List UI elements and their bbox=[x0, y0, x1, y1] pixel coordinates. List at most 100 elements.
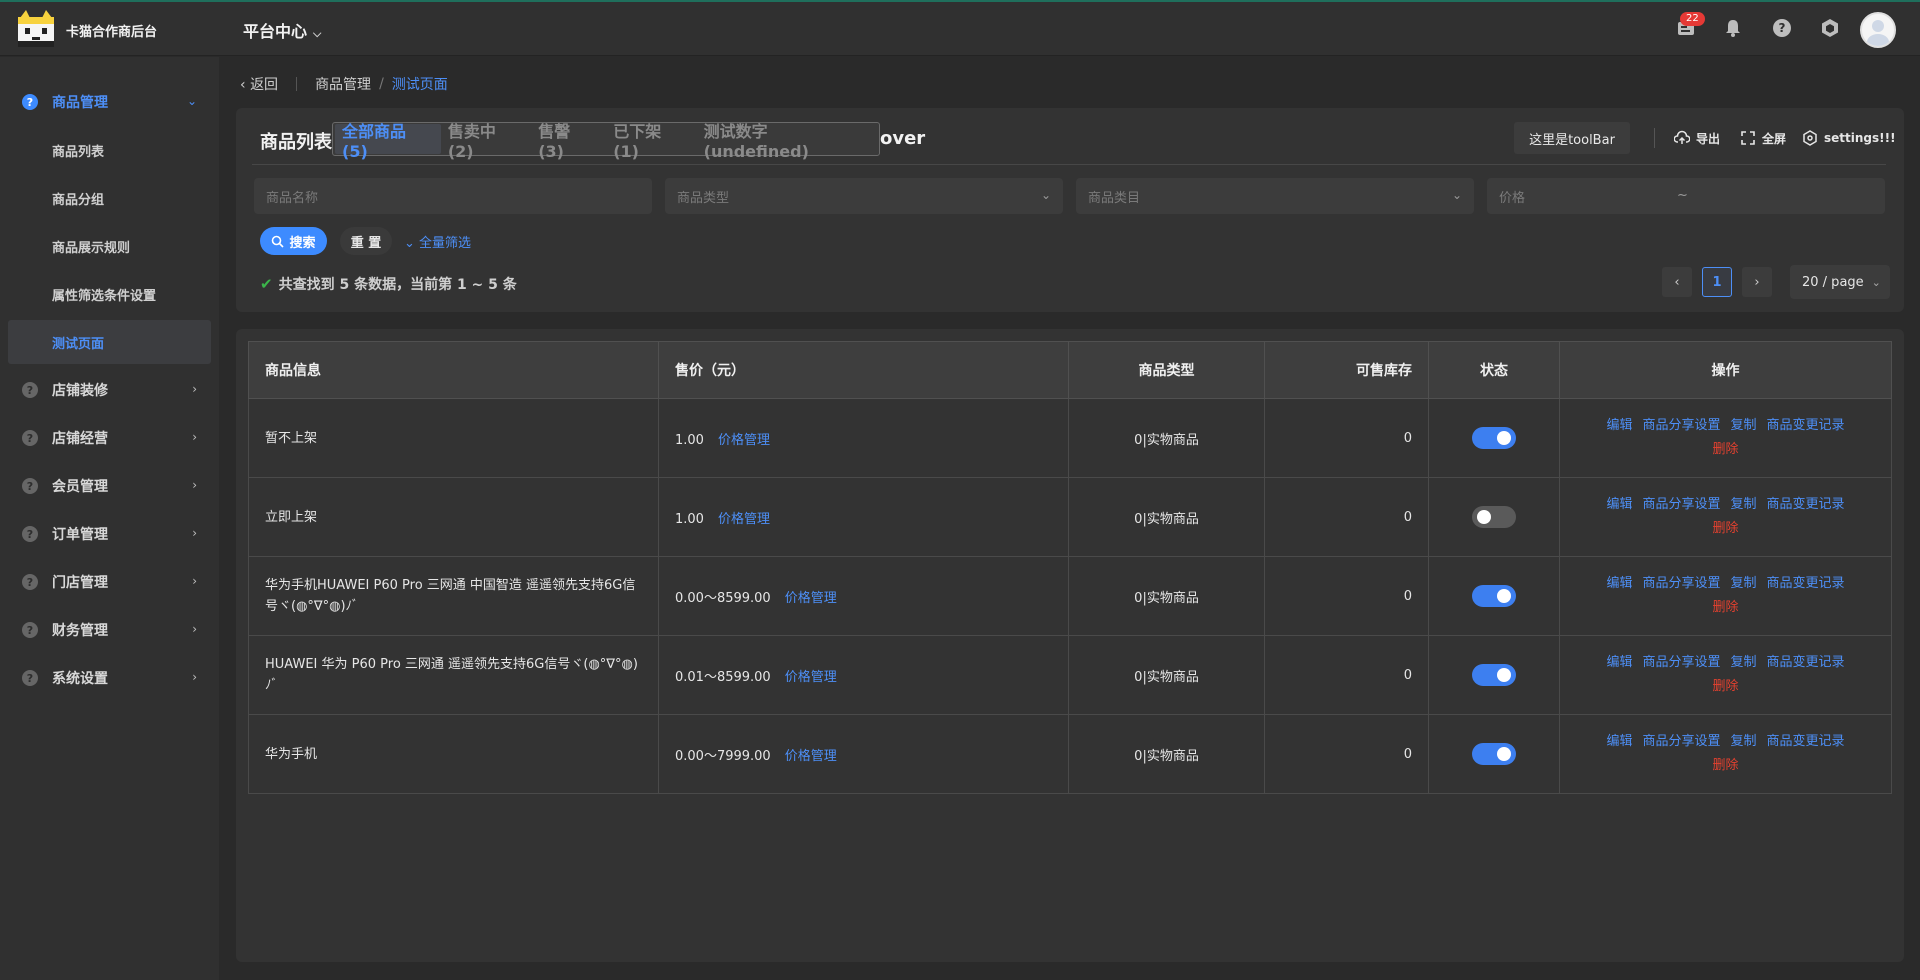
chevron-down-icon: ⌄ bbox=[1040, 188, 1051, 202]
price-manage-link[interactable]: 价格管理 bbox=[785, 749, 837, 764]
delete-link[interactable]: 删除 bbox=[1712, 600, 1738, 615]
delete-link[interactable]: 删除 bbox=[1712, 442, 1738, 457]
table-row: 华为手机 0.00～7999.00 价格管理 0|实物商品 0 编辑 商品分享设置复… bbox=[248, 714, 1892, 794]
status-cell bbox=[1428, 398, 1560, 478]
platform-switcher[interactable]: 平台中心 ⌵ bbox=[243, 18, 321, 42]
product-category-select[interactable]: 商品类目 ⌄ bbox=[1076, 178, 1474, 214]
prev-page-button[interactable]: ‹ bbox=[1662, 267, 1692, 297]
sidebar-menu-label: 店铺装修 bbox=[52, 383, 108, 399]
chevron-right-icon: › bbox=[192, 430, 197, 444]
change-log-link[interactable]: 商品变更记录 bbox=[1767, 734, 1845, 749]
chevron-right-icon: › bbox=[192, 670, 197, 684]
product-category-placeholder: 商品类目 bbox=[1088, 190, 1141, 206]
share-settings-link[interactable]: 商品分享设置 bbox=[1642, 734, 1720, 749]
share-settings-link[interactable]: 商品分享设置 bbox=[1642, 418, 1720, 433]
status-toggle[interactable] bbox=[1472, 743, 1516, 765]
edit-link[interactable]: 编辑 bbox=[1606, 418, 1632, 433]
back-button[interactable]: ‹ 返回 bbox=[240, 74, 278, 94]
sidebar-menu-label: 店铺经营 bbox=[52, 431, 108, 447]
search-button[interactable]: 搜索 bbox=[260, 227, 327, 255]
export-button[interactable]: 导出 bbox=[1674, 128, 1720, 148]
sidebar-menu-finance[interactable]: ? 财务管理 › bbox=[8, 610, 211, 650]
edit-link[interactable]: 编辑 bbox=[1606, 655, 1632, 670]
stock-value: 0 bbox=[1264, 714, 1429, 794]
product-table: 商品信息 售价（元） 商品类型 可售库存 状态 操作 暂不上架 1.00 价格管理… bbox=[248, 341, 1892, 794]
delete-link[interactable]: 删除 bbox=[1712, 521, 1738, 536]
price-manage-link[interactable]: 价格管理 bbox=[785, 591, 837, 606]
share-settings-link[interactable]: 商品分享设置 bbox=[1642, 576, 1720, 591]
sidebar-item-attribute-filter[interactable]: 属性筛选条件设置 bbox=[8, 272, 211, 316]
settings-button[interactable]: settings!!! bbox=[1802, 128, 1896, 148]
sidebar-menu-shop-operation[interactable]: ? 店铺经营 › bbox=[8, 418, 211, 458]
message-count-badge: 22 bbox=[1680, 12, 1705, 26]
sidebar-item-product-list[interactable]: 商品列表 bbox=[8, 128, 211, 172]
sidebar-menu-store[interactable]: ? 门店管理 › bbox=[8, 562, 211, 602]
page-number[interactable]: 1 bbox=[1702, 267, 1732, 297]
change-log-link[interactable]: 商品变更记录 bbox=[1767, 576, 1845, 591]
title-suffix: over bbox=[880, 128, 926, 149]
delete-link[interactable]: 删除 bbox=[1712, 679, 1738, 694]
help-icon[interactable]: ? bbox=[1770, 16, 1794, 40]
change-log-link[interactable]: 商品变更记录 bbox=[1767, 655, 1845, 670]
tab-on-sale[interactable]: 售卖中 (2) bbox=[441, 122, 531, 161]
product-type-select[interactable]: 商品类型 ⌄ bbox=[665, 178, 1063, 214]
bell-icon[interactable] bbox=[1721, 16, 1745, 40]
delete-link[interactable]: 删除 bbox=[1712, 758, 1738, 773]
col-header-type: 商品类型 bbox=[1068, 341, 1265, 399]
sidebar-menu-shop-decoration[interactable]: ? 店铺装修 › bbox=[8, 370, 211, 410]
price-value: 1.00 bbox=[675, 432, 704, 448]
share-settings-link[interactable]: 商品分享设置 bbox=[1642, 497, 1720, 512]
copy-link[interactable]: 复制 bbox=[1731, 655, 1757, 670]
share-settings-link[interactable]: 商品分享设置 bbox=[1642, 655, 1720, 670]
tab-test-number[interactable]: 测试数字 (undefined) bbox=[697, 122, 879, 161]
status-toggle[interactable] bbox=[1472, 585, 1516, 607]
sidebar-item-display-rules[interactable]: 商品展示规则 bbox=[8, 224, 211, 268]
price-range-input[interactable]: 价格 ~ bbox=[1487, 178, 1885, 214]
status-toggle[interactable] bbox=[1472, 427, 1516, 449]
edit-link[interactable]: 编辑 bbox=[1606, 497, 1632, 512]
all-filters-toggle[interactable]: ⌄ 全量筛选 bbox=[404, 232, 471, 251]
price-manage-link[interactable]: 价格管理 bbox=[718, 433, 770, 448]
status-toggle[interactable] bbox=[1472, 506, 1516, 528]
svg-text:?: ? bbox=[1779, 21, 1786, 35]
tab-off-shelf[interactable]: 已下架 (1) bbox=[606, 122, 696, 161]
table-row: 暂不上架 1.00 价格管理 0|实物商品 0 编辑 商品分享设置 复制 商品变更记录删… bbox=[248, 398, 1892, 478]
status-toggle[interactable] bbox=[1472, 664, 1516, 686]
page-size-select[interactable]: 20 / page ⌄ bbox=[1790, 265, 1890, 299]
sidebar-item-product-group[interactable]: 商品分组 bbox=[8, 176, 211, 220]
stock-value: 0 bbox=[1264, 556, 1429, 636]
price-placeholder: 价格 bbox=[1499, 190, 1526, 206]
cube-icon[interactable] bbox=[1818, 16, 1842, 40]
product-name-input[interactable]: 商品名称 bbox=[254, 178, 652, 214]
copy-link[interactable]: 复制 bbox=[1731, 418, 1757, 433]
sidebar-menu-order[interactable]: ? 订单管理 › bbox=[8, 514, 211, 554]
price-cell: 0.01～8599.00 价格管理 bbox=[658, 635, 1069, 715]
breadcrumb-parent[interactable]: 商品管理 bbox=[315, 74, 371, 94]
menu-question-icon: ? bbox=[22, 670, 38, 686]
copy-link[interactable]: 复制 bbox=[1731, 497, 1757, 512]
copy-link[interactable]: 复制 bbox=[1731, 576, 1757, 591]
change-log-link[interactable]: 商品变更记录 bbox=[1767, 418, 1845, 433]
sidebar-menu-product[interactable]: ? 商品管理 ⌄ bbox=[8, 82, 211, 122]
tab-all[interactable]: 全部商品 (5) bbox=[335, 122, 441, 161]
tab-sold-out[interactable]: 售謦 (3) bbox=[531, 122, 606, 161]
change-log-link[interactable]: 商品变更记录 bbox=[1767, 497, 1845, 512]
price-range-separator: ~ bbox=[1677, 188, 1688, 203]
copy-link[interactable]: 复制 bbox=[1731, 734, 1757, 749]
next-page-button[interactable]: › bbox=[1742, 267, 1772, 297]
fullscreen-button[interactable]: 全屏 bbox=[1740, 128, 1786, 148]
price-manage-link[interactable]: 价格管理 bbox=[785, 670, 837, 685]
reset-button[interactable]: 重 置 bbox=[340, 227, 392, 255]
edit-link[interactable]: 编辑 bbox=[1606, 576, 1632, 591]
price-cell: 1.00 价格管理 bbox=[658, 477, 1069, 557]
page-size-value: 20 / page bbox=[1802, 274, 1864, 290]
breadcrumb-separator: / bbox=[379, 76, 384, 92]
edit-link[interactable]: 编辑 bbox=[1606, 734, 1632, 749]
user-avatar[interactable] bbox=[1860, 12, 1896, 48]
menu-question-icon: ? bbox=[22, 430, 38, 446]
sidebar-menu-settings[interactable]: ? 系统设置 › bbox=[8, 658, 211, 698]
price-manage-link[interactable]: 价格管理 bbox=[718, 512, 770, 527]
chevron-right-icon: › bbox=[192, 526, 197, 540]
sidebar-menu-member[interactable]: ? 会员管理 › bbox=[8, 466, 211, 506]
sidebar-item-test-page[interactable]: 测试页面 bbox=[8, 320, 211, 364]
